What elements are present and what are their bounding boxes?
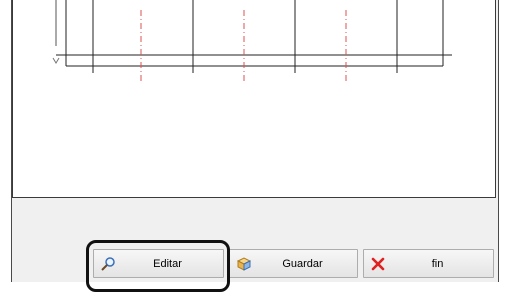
box-icon [236, 256, 252, 272]
close-button[interactable]: fin [363, 249, 494, 278]
down-arrow-icon [52, 57, 60, 64]
save-button[interactable]: Guardar [229, 249, 358, 278]
drawing-canvas[interactable] [12, 0, 496, 198]
red-x-icon [370, 256, 386, 272]
app-window: Editar Guardar fin [11, 0, 499, 282]
edit-button[interactable]: Editar [93, 249, 224, 278]
drawing-svg [52, 0, 452, 82]
magnifier-icon [100, 256, 116, 272]
